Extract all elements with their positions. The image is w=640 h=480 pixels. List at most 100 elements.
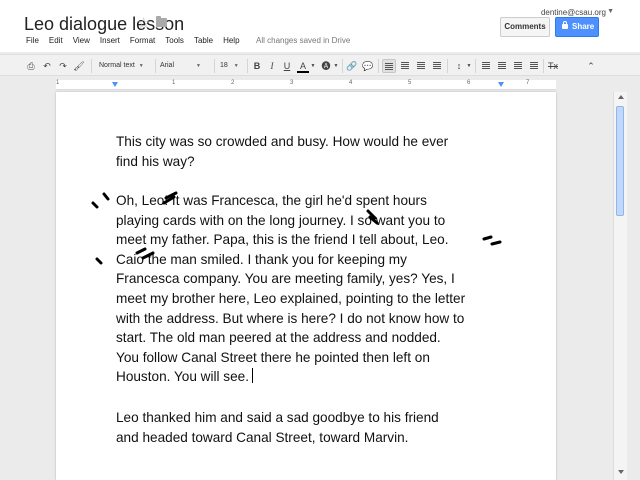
align-justify-lines (433, 62, 441, 69)
menu-edit[interactable]: Edit (49, 36, 63, 45)
italic-button[interactable]: I (266, 59, 278, 73)
menu-insert[interactable]: Insert (100, 36, 120, 45)
toolbar-divider (447, 59, 448, 73)
numbered-list-lines (482, 62, 490, 69)
menu-view[interactable]: View (73, 36, 90, 45)
font-size-select[interactable]: 18 ▼ (220, 60, 246, 72)
toolbar-divider (214, 59, 215, 73)
align-right-lines (417, 62, 425, 69)
align-right-icon[interactable] (414, 59, 428, 73)
chevron-down-icon: ▼ (233, 63, 239, 69)
text-line: and headed toward Canal Street, toward M… (116, 429, 409, 445)
line-spacing-icon[interactable]: ↕ (452, 59, 466, 73)
chevron-down-icon: ▼ (138, 63, 144, 69)
ruler-number: 3 (290, 80, 294, 86)
chevron-down-icon[interactable]: ▼ (310, 59, 316, 73)
align-center-icon[interactable] (398, 59, 412, 73)
font-select[interactable]: Arial ▼ (160, 60, 212, 72)
star-icon[interactable]: ☆ (137, 14, 150, 32)
clear-formatting-button[interactable]: Tx (546, 59, 560, 73)
align-left-icon[interactable] (382, 59, 396, 73)
paragraph-2[interactable]: Oh, Leo! It was Francesca, the girl he'd… (116, 191, 516, 387)
lock-icon (562, 21, 568, 29)
ruler-number: 1 (172, 80, 176, 86)
text-line-with-cursor: Houston. You will see. (116, 367, 516, 387)
text-cursor (252, 368, 254, 384)
share-button[interactable]: Share (555, 17, 599, 37)
folder-icon[interactable] (156, 16, 167, 27)
text-line: Francesca company. You are meeting famil… (116, 271, 455, 287)
toolbar-divider (247, 59, 248, 73)
menu-format[interactable]: Format (130, 36, 155, 45)
text-line: find his way? (116, 153, 195, 169)
ruler-number: 4 (349, 80, 353, 86)
ruler-number: 6 (467, 80, 471, 86)
document-page[interactable]: This city was so crowded and busy. How w… (56, 92, 556, 480)
bulleted-list-lines (498, 62, 506, 69)
comments-button[interactable]: Comments (500, 17, 550, 37)
collapse-toolbar-icon[interactable]: ⌃ (584, 59, 598, 73)
menu-file[interactable]: File (26, 36, 39, 45)
align-justify-icon[interactable] (430, 59, 444, 73)
ruler-number: 7 (526, 80, 530, 86)
redo-icon[interactable]: ↷ (56, 59, 70, 73)
scroll-up-icon[interactable] (618, 95, 624, 99)
bold-button[interactable]: B (251, 59, 263, 73)
user-email[interactable]: dentine@csau.org (541, 8, 606, 17)
scroll-thumb[interactable] (616, 106, 624, 216)
ruler[interactable]: 1 1 2 3 4 5 6 7 (56, 80, 556, 90)
share-label: Share (572, 22, 595, 31)
toolbar-divider (475, 59, 476, 73)
chevron-down-icon[interactable]: ▼ (607, 8, 614, 15)
paragraph-1[interactable]: This city was so crowded and busy. How w… (116, 132, 516, 171)
text-line: Houston. You will see. (116, 369, 250, 385)
paragraph-3[interactable]: Leo thanked him and said a sad goodbye t… (116, 408, 516, 447)
scroll-down-icon[interactable] (618, 470, 624, 474)
menu-help[interactable]: Help (223, 36, 239, 45)
ruler-number: 5 (408, 80, 412, 86)
style-select-value: Normal text (99, 62, 135, 69)
decrease-indent-icon[interactable] (511, 59, 525, 73)
style-select[interactable]: Normal text ▼ (99, 60, 153, 72)
ruler-number: 2 (231, 80, 235, 86)
link-icon[interactable]: 🔗 (346, 59, 358, 73)
text-line: meet my brother here, Leo explained, poi… (116, 290, 466, 306)
print-icon[interactable]: ⎙ (24, 59, 38, 73)
numbered-list-icon[interactable] (479, 59, 493, 73)
text-line: Oh, Leo! It was Francesca, the girl he'd… (116, 193, 427, 208)
indent-marker[interactable] (112, 82, 118, 87)
align-center-lines (401, 62, 409, 69)
text-line: meet my father. Papa, this is the friend… (116, 232, 449, 248)
font-select-value: Arial (160, 62, 175, 69)
vertical-scrollbar[interactable] (613, 92, 627, 480)
toolbar-divider (543, 59, 544, 73)
toolbar-divider (378, 59, 379, 73)
decrease-indent-lines (514, 62, 522, 69)
underline-button[interactable]: U (281, 59, 293, 73)
text-line: You follow Canal Street there he pointed… (116, 349, 430, 365)
text-line: This city was so crowded and busy. How w… (116, 134, 449, 149)
increase-indent-icon[interactable] (527, 59, 541, 73)
menu-tools[interactable]: Tools (165, 36, 184, 45)
text-line: with the address. But where is here? I d… (116, 310, 465, 326)
text-line: Caio the man smiled. I thank you for kee… (116, 251, 407, 267)
top-bar: Leo dialogue lesson ☆ dentine@csau.org ▼… (0, 0, 640, 52)
font-size-value: 18 (220, 62, 228, 69)
chevron-down-icon[interactable]: ▼ (333, 59, 339, 73)
text-color-button[interactable]: A (297, 59, 309, 73)
chevron-down-icon: ▼ (196, 63, 201, 69)
right-indent-marker[interactable] (498, 82, 504, 87)
highlight-color-icon[interactable]: 🅐 (320, 59, 332, 73)
bulleted-list-icon[interactable] (495, 59, 509, 73)
increase-indent-lines (530, 62, 538, 69)
save-status[interactable]: All changes saved in Drive (256, 36, 350, 45)
menu-bar: File Edit View Insert Format Tools Table… (26, 36, 250, 45)
toolbar-divider (91, 59, 92, 73)
paint-format-icon[interactable]: 🖌 (72, 59, 86, 73)
menu-table[interactable]: Table (194, 36, 213, 45)
text-line: Leo thanked him and said a sad goodbye t… (116, 410, 439, 425)
chevron-down-icon[interactable]: ▼ (466, 59, 472, 73)
text-line: playing cards with on the long journey. … (116, 212, 446, 228)
comment-icon[interactable]: 💬 (362, 59, 374, 73)
undo-icon[interactable]: ↶ (40, 59, 54, 73)
